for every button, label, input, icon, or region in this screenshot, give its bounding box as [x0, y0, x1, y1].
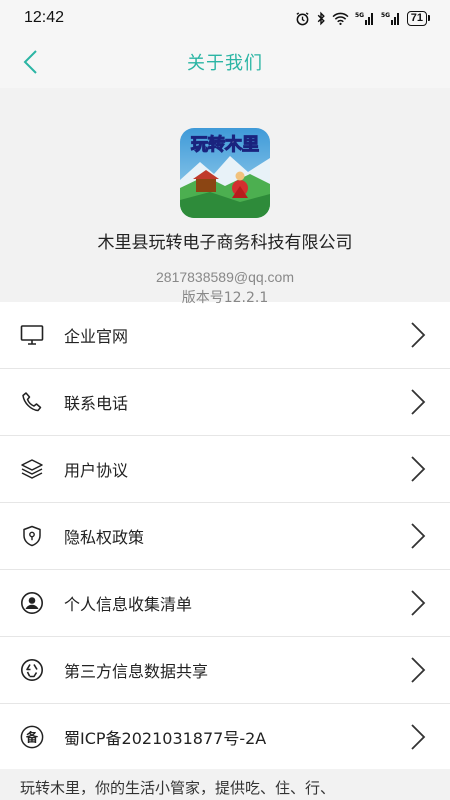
app-profile: 玩转木里 木里县玩转电子商务科技有限公司 2817838589@qq.com 版… — [0, 88, 450, 306]
menu-label: 个人信息收集清单 — [64, 595, 193, 614]
menu-item-user-agreement[interactable]: 用户协议 — [0, 436, 450, 503]
menu-label: 用户协议 — [64, 461, 129, 480]
shield-icon — [20, 524, 44, 548]
menu-item-personal-info-list[interactable]: 个人信息收集清单 — [0, 570, 450, 637]
app-description: 玩转木里，你的生活小管家，提供吃、住、行、 — [0, 769, 450, 800]
menu-item-website[interactable]: 企业官网 — [0, 302, 450, 369]
signal-5g-icon: 5G — [381, 12, 399, 25]
menu-item-icp-record[interactable]: 备 蜀ICP备2021031877号-2A — [0, 704, 450, 771]
chevron-right-icon — [411, 590, 426, 616]
menu-item-privacy-policy[interactable]: 隐私权政策 — [0, 503, 450, 570]
monitor-icon — [20, 323, 44, 347]
wifi-icon — [332, 12, 349, 25]
menu-label: 企业官网 — [64, 327, 129, 346]
contact-email: 2817838589@qq.com — [156, 269, 294, 285]
svg-text:备: 备 — [25, 730, 39, 745]
bluetooth-icon — [317, 11, 325, 25]
chevron-right-icon — [411, 724, 426, 750]
recycle-icon — [20, 658, 44, 682]
status-time: 12:42 — [24, 9, 65, 26]
nav-header: 关于我们 — [0, 36, 450, 88]
battery-level: 71 — [406, 10, 427, 26]
chevron-right-icon — [411, 456, 426, 482]
menu-label: 隐私权政策 — [64, 528, 145, 547]
menu-item-phone[interactable]: 联系电话 — [0, 369, 450, 436]
logo-text: 玩转木里 — [191, 134, 259, 155]
beian-icon: 备 — [20, 725, 44, 749]
menu-item-third-party-sharing[interactable]: 第三方信息数据共享 — [0, 637, 450, 704]
status-bar: 12:42 5G 5G 71 — [0, 0, 450, 36]
chevron-right-icon — [411, 657, 426, 683]
chevron-right-icon — [411, 389, 426, 415]
chevron-right-icon — [411, 322, 426, 348]
about-menu: 企业官网 联系电话 用户协议 隐私权政策 个人信息收集清单 第三方信息数据共享 — [0, 302, 450, 771]
chevron-right-icon — [411, 523, 426, 549]
svg-text:5G: 5G — [381, 12, 390, 19]
menu-label: 联系电话 — [64, 394, 129, 413]
phone-icon — [20, 390, 44, 414]
layers-icon — [20, 457, 44, 481]
status-icons: 5G 5G 71 — [295, 10, 430, 26]
page-title: 关于我们 — [187, 53, 263, 74]
signal-5g-icon: 5G — [355, 12, 373, 25]
app-logo: 玩转木里 — [180, 128, 270, 218]
back-arrow-icon[interactable] — [18, 48, 46, 76]
menu-label: 蜀ICP备2021031877号-2A — [64, 729, 267, 748]
svg-text:5G: 5G — [355, 12, 364, 19]
alarm-icon — [296, 11, 309, 25]
user-circle-icon — [20, 591, 44, 615]
battery-icon: 71 — [406, 10, 430, 26]
company-name: 木里县玩转电子商务科技有限公司 — [97, 233, 353, 253]
menu-label: 第三方信息数据共享 — [64, 662, 209, 681]
